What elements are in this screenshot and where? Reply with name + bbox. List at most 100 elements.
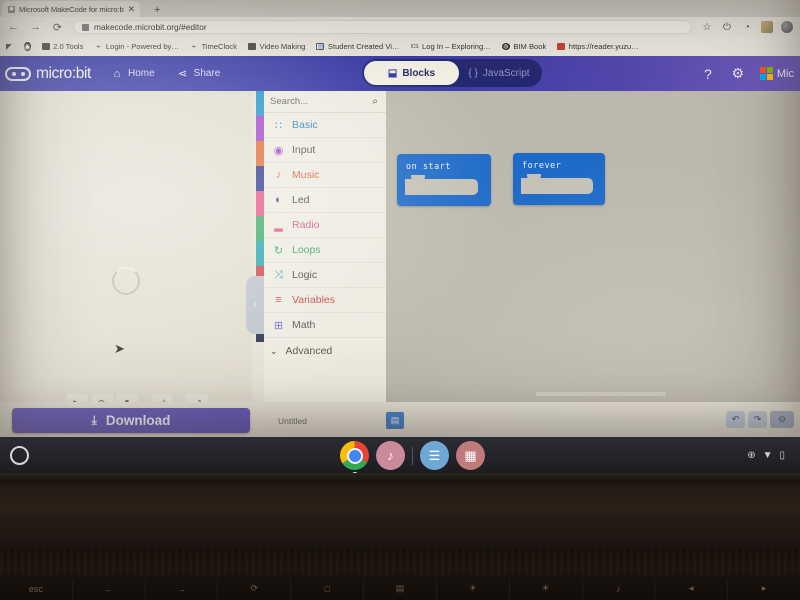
tab-javascript-label: JavaScript <box>482 67 530 79</box>
function-key-6[interactable]: ☀ <box>437 578 510 599</box>
function-key-3[interactable]: ⟳ <box>218 578 292 599</box>
launcher-button[interactable] <box>10 446 29 465</box>
download-label: Download <box>105 413 171 428</box>
bookmarks-bar: ◤ ◉ 2.0 Tools ⌁ Login - Powered by… ⌁ Ti… <box>0 37 800 56</box>
function-key-4[interactable]: □ <box>291 578 365 599</box>
toolbox-category-label: Radio <box>292 219 320 231</box>
toolbox-category-radio[interactable]: ▂ Radio <box>264 213 386 238</box>
toolbox-category-variables[interactable]: ≡ Variables <box>264 288 386 313</box>
toolbox-category-label: Variables <box>292 294 335 306</box>
puzzle-icon: ⬓ <box>387 67 398 79</box>
gear-icon[interactable]: ⚙ <box>730 65 746 82</box>
shelf-app-audio[interactable]: ♪ <box>376 441 405 470</box>
variables-icon: ≡ <box>275 294 282 306</box>
search-icon[interactable]: ⌕ <box>372 96 378 107</box>
function-key-0[interactable]: esc <box>0 578 73 599</box>
toolbox-category-logic[interactable]: ⤨ Logic <box>264 263 386 288</box>
workspace-scrollbar[interactable] <box>536 392 666 396</box>
laptop-screen: ▣ Microsoft MakeCode for micro:b ✕ + ← →… <box>0 0 800 437</box>
forward-icon[interactable]: → <box>29 21 42 34</box>
makecode-app: micro:bit ⌂ Home ⋖ Share ⬓ Blocks {} Ja… <box>0 56 800 437</box>
tab-blocks-label: Blocks <box>402 67 436 79</box>
project-name-field[interactable]: Untitled <box>278 416 307 426</box>
tab-blocks[interactable]: ⬓ Blocks <box>364 61 459 85</box>
screen-bezel <box>0 473 800 483</box>
toolbox-category-loops[interactable]: ↻ Loops <box>264 238 386 263</box>
toolbox-category-math[interactable]: ⊞ Math <box>264 313 386 338</box>
download-button[interactable]: ⤓ Download <box>12 408 250 433</box>
nav-home[interactable]: ⌂ Home <box>111 68 155 80</box>
wifi-icon[interactable]: ▼ <box>763 450 773 461</box>
function-key-9[interactable]: ◂ <box>655 578 729 599</box>
bookmark-overflow-icon[interactable]: ◤ <box>6 42 13 51</box>
bookmark-home-icon[interactable]: ◉ <box>24 42 31 51</box>
bookmark-item[interactable]: ICS Log In – Exploring… <box>411 42 491 51</box>
address-bar[interactable]: makecode.microbit.org/#editor <box>73 20 692 34</box>
blocks-workspace[interactable]: on start forever <box>386 91 800 402</box>
nav-share-label: Share <box>193 68 221 79</box>
nav-share[interactable]: ⋖ Share <box>177 68 221 80</box>
function-key-7[interactable]: ☀ <box>510 578 583 599</box>
makecode-footer: ⤓ Download Untitled ▤ ↶ ↷ ⊝ <box>0 402 800 437</box>
function-key-1[interactable]: ← <box>73 578 146 599</box>
browser-menu-icon[interactable] <box>781 21 793 33</box>
toolbox-category-led[interactable]: ◐ Led <box>264 188 386 213</box>
zoom-controls-button[interactable]: ⊝ <box>770 411 794 428</box>
block-forever[interactable]: forever <box>513 153 605 205</box>
shelf-app-chrome[interactable] <box>340 441 369 474</box>
microbit-mark-icon <box>5 66 31 81</box>
bookmark-item[interactable]: https://reader.yuzu… <box>557 42 639 51</box>
makecode-header: micro:bit ⌂ Home ⋖ Share ⬓ Blocks {} Ja… <box>0 56 800 91</box>
undo-button[interactable]: ↶ <box>726 411 745 428</box>
bookmark-label: Student Created Vi… <box>327 42 400 51</box>
toolbox-advanced[interactable]: ⌄ Advanced <box>264 338 386 364</box>
function-key-5[interactable]: ▤ <box>364 578 437 599</box>
function-key-10[interactable]: ▸ <box>728 579 800 599</box>
power-icon[interactable]: ⏻ <box>721 21 733 33</box>
extension-icon[interactable]: ◔ <box>741 21 753 33</box>
rail-swatch <box>256 91 264 116</box>
reload-icon[interactable]: ⟳ <box>51 21 64 34</box>
help-icon[interactable]: ? <box>700 66 716 82</box>
block-on-start[interactable]: on start <box>397 154 491 206</box>
share-icon: ⋖ <box>178 68 188 80</box>
sheet-icon: ▤ <box>316 43 325 50</box>
bookmark-item[interactable]: ⌁ TimeClock <box>190 42 238 51</box>
microsoft-account[interactable]: Mic <box>759 67 794 80</box>
profile-avatar[interactable] <box>761 21 773 33</box>
new-tab-button[interactable]: + <box>146 2 169 17</box>
function-key-8[interactable]: ♪ <box>583 578 656 599</box>
toolbox-category-label: Input <box>292 144 316 156</box>
toolbox-search[interactable]: Search... ⌕ <box>264 91 386 113</box>
address-bar-url: makecode.microbit.org/#editor <box>94 22 207 32</box>
toolbox-category-input[interactable]: ◉ Input <box>264 138 386 163</box>
battery-icon[interactable]: ▯ <box>779 450 785 461</box>
bookmark-item[interactable]: Video Making <box>248 42 305 51</box>
close-icon[interactable]: ✕ <box>128 4 136 14</box>
bookmark-label: Video Making <box>259 42 306 51</box>
redo-button[interactable]: ↷ <box>748 411 767 428</box>
shelf-app-media[interactable]: ▦ <box>456 441 485 470</box>
save-button[interactable]: ▤ <box>386 412 404 429</box>
toolbox-category-music[interactable]: ♪ Music <box>264 163 386 188</box>
bookmark-item[interactable]: ▤ Student Created Vi… <box>316 42 400 51</box>
editor-mode-toggle: ⬓ Blocks { } JavaScript <box>362 59 542 87</box>
toolbox-category-basic[interactable]: ∷ Basic <box>264 113 386 138</box>
browser-tab[interactable]: ▣ Microsoft MakeCode for micro:b ✕ <box>2 1 141 17</box>
block-slot <box>405 175 479 195</box>
tab-javascript[interactable]: { } JavaScript <box>459 61 539 85</box>
back-icon[interactable]: ← <box>7 21 20 34</box>
bookmark-item[interactable]: ⌁ Login - Powered by… <box>94 42 179 51</box>
system-tray[interactable]: ⊕ ▼ ▯ <box>740 445 792 465</box>
shelf-app-files[interactable]: ☰ <box>420 441 449 470</box>
bookmark-item[interactable]: ◍ BIM Book <box>501 42 546 51</box>
microbit-logo[interactable]: micro:bit <box>0 65 91 83</box>
toolbox-collapse-button[interactable]: ‹ <box>246 276 264 334</box>
function-key-2[interactable]: → <box>146 578 219 599</box>
page-info-icon[interactable] <box>82 23 89 31</box>
bookmark-item[interactable]: 2.0 Tools <box>41 42 83 51</box>
settings-icon[interactable]: ⊕ <box>747 450 755 461</box>
bookmark-star-icon[interactable]: ☆ <box>701 21 713 33</box>
wifi-icon: ⌁ <box>95 42 101 51</box>
omnibox-actions: ☆ ⏻ ◔ <box>701 21 793 33</box>
